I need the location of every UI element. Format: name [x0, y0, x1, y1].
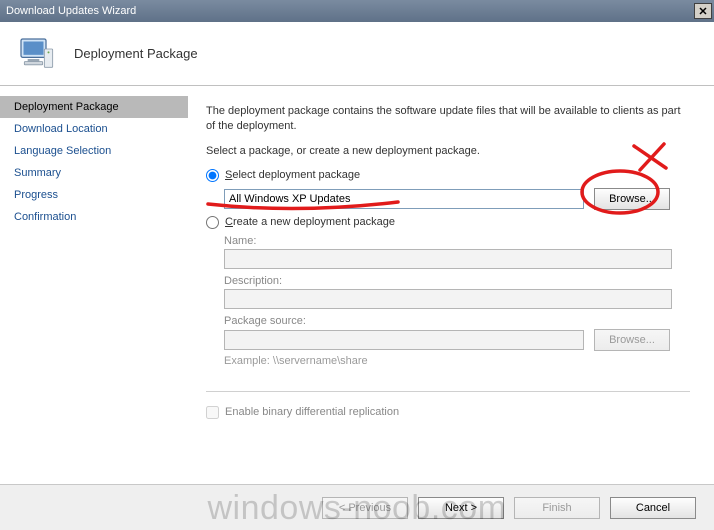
wizard-content: The deployment package contains the soft… — [188, 86, 714, 484]
sidebar-item-label: Download Location — [14, 123, 108, 135]
title-bar: Download Updates Wizard ✕ — [0, 0, 714, 22]
wizard-steps-sidebar: Deployment Package Download Location Lan… — [0, 86, 188, 484]
name-field — [224, 249, 672, 269]
sidebar-item-download-location[interactable]: Download Location — [0, 118, 188, 140]
radio-create-package-row: Create a new deployment package — [206, 216, 690, 229]
separator — [206, 391, 690, 392]
radio-create-package-label[interactable]: Create a new deployment package — [225, 216, 395, 228]
radio-select-package[interactable] — [206, 169, 219, 182]
prompt-text: Select a package, or create a new deploy… — [206, 144, 690, 159]
sidebar-item-label: Language Selection — [14, 145, 111, 157]
sidebar-item-confirmation[interactable]: Confirmation — [0, 206, 188, 228]
sidebar-item-label: Summary — [14, 167, 61, 179]
page-title: Deployment Package — [74, 46, 198, 61]
wizard-body: Deployment Package Download Location Lan… — [0, 86, 714, 484]
binary-diff-row: Enable binary differential replication — [206, 406, 690, 419]
sidebar-item-label: Progress — [14, 189, 58, 201]
description-field — [224, 289, 672, 309]
radio-select-package-label[interactable]: Select deployment package — [225, 169, 360, 181]
wizard-footer: < Previous Next > Finish Cancel — [0, 484, 714, 530]
browse-package-button[interactable]: Browse... — [594, 188, 670, 210]
computer-monitor-icon — [16, 34, 56, 74]
intro-text: The deployment package contains the soft… — [206, 104, 690, 134]
sidebar-item-summary[interactable]: Summary — [0, 162, 188, 184]
package-source-field — [224, 330, 584, 350]
cancel-button[interactable]: Cancel — [610, 497, 696, 519]
sidebar-item-progress[interactable]: Progress — [0, 184, 188, 206]
window-close-button[interactable]: ✕ — [694, 3, 712, 19]
sidebar-item-language-selection[interactable]: Language Selection — [0, 140, 188, 162]
radio-create-package[interactable] — [206, 216, 219, 229]
wizard-header: Deployment Package — [0, 22, 714, 86]
sidebar-item-label: Deployment Package — [14, 101, 119, 113]
finish-button: Finish — [514, 497, 600, 519]
binary-diff-label: Enable binary differential replication — [225, 406, 399, 418]
radio-select-package-row: Select deployment package — [206, 169, 690, 182]
binary-diff-checkbox — [206, 406, 219, 419]
sidebar-item-label: Confirmation — [14, 211, 76, 223]
description-label: Description: — [224, 275, 690, 287]
close-icon: ✕ — [698, 5, 707, 18]
package-source-label: Package source: — [224, 315, 690, 327]
name-label: Name: — [224, 235, 690, 247]
window-title: Download Updates Wizard — [6, 5, 694, 17]
example-text: Example: \\servername\share — [224, 355, 690, 367]
browse-source-button: Browse... — [594, 329, 670, 351]
next-button[interactable]: Next > — [418, 497, 504, 519]
selected-package-field[interactable] — [224, 189, 584, 209]
sidebar-item-deployment-package[interactable]: Deployment Package — [0, 96, 188, 118]
previous-button: < Previous — [322, 497, 408, 519]
